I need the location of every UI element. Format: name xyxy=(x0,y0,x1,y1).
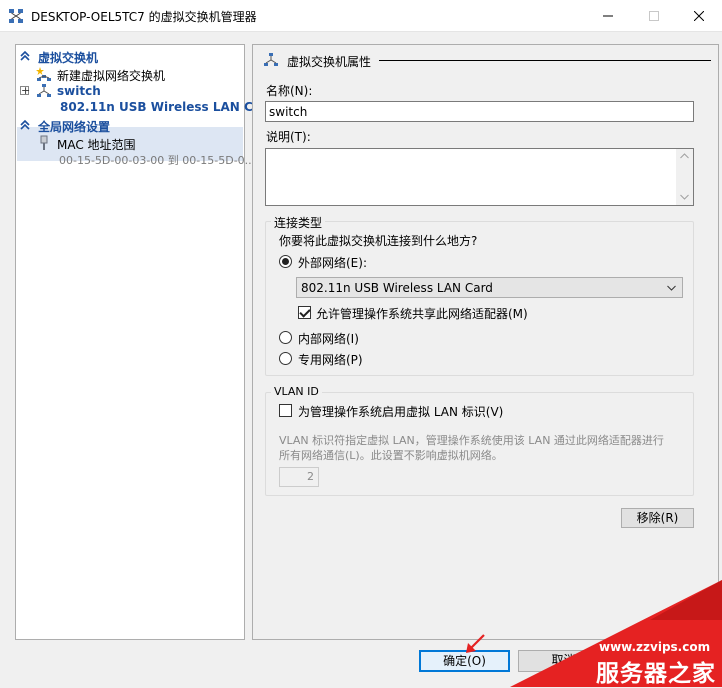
allow-share-checkbox[interactable] xyxy=(298,306,311,319)
external-adapter-select[interactable]: 802.11n USB Wireless LAN Card xyxy=(296,277,683,298)
notes-textarea[interactable] xyxy=(265,148,694,206)
maximize-icon xyxy=(649,11,659,21)
properties-header: 虚拟交换机属性 xyxy=(287,55,372,69)
vlan-id-input: 2 xyxy=(279,467,319,487)
switch-tree[interactable]: 虚拟交换机 新建虚拟网络交换机 + switch 802.11n USB Wir… xyxy=(15,44,275,640)
new-switch-icon xyxy=(36,67,51,81)
private-network-label[interactable]: 专用网络(P) xyxy=(298,351,363,368)
tree-item-new-switch[interactable]: 新建虚拟网络交换机 xyxy=(36,66,241,84)
external-adapter-value: 802.11n USB Wireless LAN Card xyxy=(301,281,493,295)
name-input[interactable]: switch xyxy=(265,101,694,122)
connection-type-legend: 连接类型 xyxy=(271,214,326,231)
tree-item-mac-range[interactable]: MAC 地址范围 00-15-5D-00-03-00 到 00-15-5D-0.… xyxy=(36,135,255,169)
chevron-up-icon xyxy=(20,50,30,61)
expand-toggle[interactable]: + xyxy=(20,85,30,96)
red-arrow-annotation xyxy=(466,634,485,653)
minimize-icon xyxy=(603,15,613,17)
chevron-down-icon xyxy=(667,285,676,291)
vlan-enable-checkbox[interactable] xyxy=(279,404,292,417)
external-network-radio[interactable] xyxy=(279,255,292,268)
internal-network-label[interactable]: 内部网络(I) xyxy=(298,330,359,347)
chevron-up-icon xyxy=(680,153,689,159)
internal-network-radio[interactable] xyxy=(279,331,292,344)
switch-icon xyxy=(264,53,278,66)
watermark-url: www.zzvips.com xyxy=(599,640,711,654)
vlan-enable-label[interactable]: 为管理操作系统启用虚拟 LAN 标识(V) xyxy=(298,403,503,420)
notes-scrollbar[interactable] xyxy=(676,149,693,205)
allow-share-label[interactable]: 允许管理操作系统共享此网络适配器(M) xyxy=(316,305,528,322)
name-label: 名称(N): xyxy=(266,84,313,98)
mac-range-label: MAC 地址范围 xyxy=(57,138,136,152)
network-manager-icon xyxy=(9,9,23,23)
watermark-name: 服务器之家 xyxy=(596,661,716,687)
close-button[interactable] xyxy=(676,0,722,32)
mac-range-value: 00-15-5D-00-03-00 到 00-15-5D-0... xyxy=(59,154,256,167)
switch-name-label: switch xyxy=(57,84,101,98)
header-divider xyxy=(379,60,711,61)
window-title: DESKTOP-OEL5TC7 的虚拟交换机管理器 xyxy=(31,10,257,24)
private-network-radio[interactable] xyxy=(279,352,292,365)
section-virtual-switches[interactable]: 虚拟交换机 xyxy=(17,48,243,65)
network-cable-icon xyxy=(40,135,48,150)
chevron-down-icon xyxy=(680,194,689,200)
remove-button[interactable]: 移除(R) xyxy=(621,508,694,528)
section-label: 全局网络设置 xyxy=(38,120,111,134)
connection-question: 你要将此虚拟交换机连接到什么地方? xyxy=(279,234,478,248)
maximize-button xyxy=(631,0,677,32)
minimize-button[interactable] xyxy=(585,0,631,32)
vlan-legend: VLAN ID xyxy=(271,385,322,398)
vlan-description-line2: 所有网络通信(L)。此设置不影响虚拟机网络。 xyxy=(279,449,503,462)
section-label: 虚拟交换机 xyxy=(38,51,99,65)
chevron-up-icon xyxy=(20,119,30,130)
properties-panel: 虚拟交换机属性 名称(N): switch 说明(T): 连接类型 你要将此虚拟… xyxy=(252,44,719,640)
vlan-description-line1: VLAN 标识符指定虚拟 LAN，管理操作系统使用该 LAN 通过此网络适配器进… xyxy=(279,434,664,447)
switch-adapter-label: 802.11n USB Wireless LAN Card xyxy=(60,100,276,114)
close-icon xyxy=(694,11,704,21)
notes-label: 说明(T): xyxy=(266,130,311,144)
switch-icon xyxy=(37,84,51,97)
title-bar: DESKTOP-OEL5TC7 的虚拟交换机管理器 xyxy=(0,0,722,32)
external-network-label[interactable]: 外部网络(E): xyxy=(298,254,367,271)
tree-item-switch[interactable]: switch xyxy=(36,83,241,101)
section-global-network[interactable]: 全局网络设置 xyxy=(17,117,243,134)
tree-item-label: 新建虚拟网络交换机 xyxy=(57,69,166,83)
